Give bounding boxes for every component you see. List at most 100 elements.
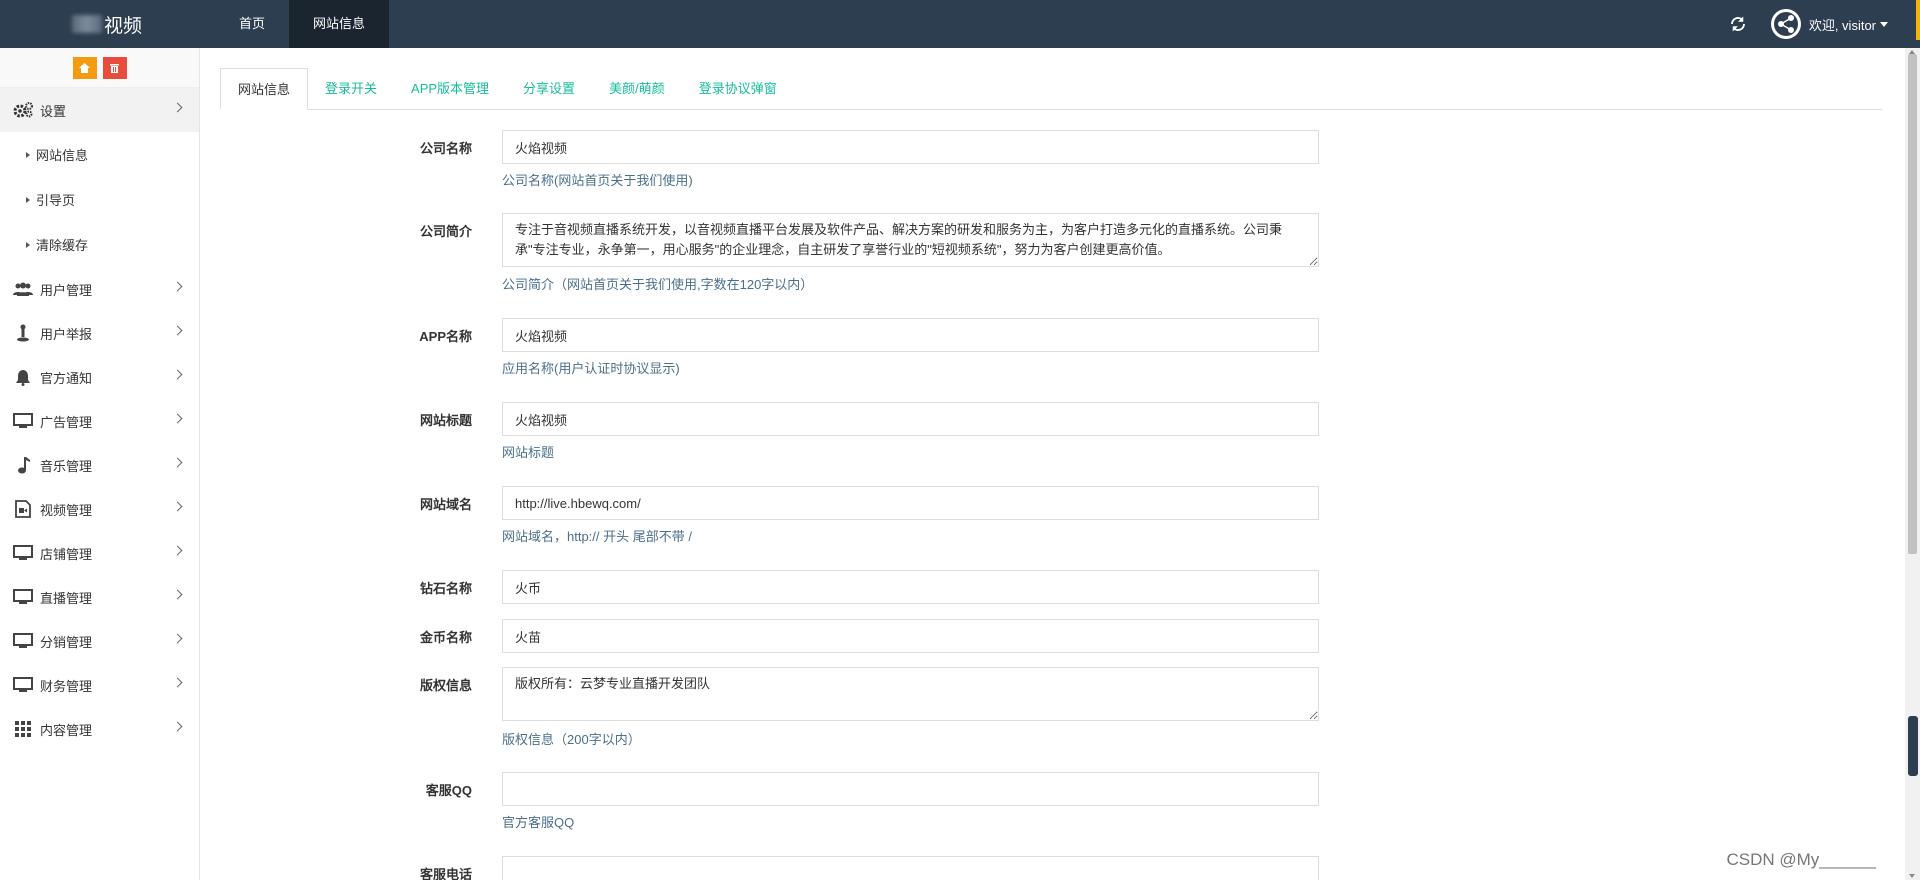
field-help: 网站域名，http:// 开头 尾部不带 / — [502, 529, 692, 544]
chevron-right-icon — [172, 721, 183, 732]
field-label: 金币名称 — [419, 630, 472, 645]
field-help: 网站标题 — [502, 445, 555, 460]
field-label: APP名称 — [419, 329, 472, 344]
service-qq-input[interactable] — [502, 772, 1319, 806]
sidebar-subitem-label: 网站信息 — [36, 148, 89, 163]
tab-site-info[interactable]: 网站信息 — [220, 68, 309, 110]
tab-share-settings[interactable]: 分享设置 — [506, 68, 592, 109]
coin-name-input[interactable] — [502, 619, 1319, 653]
brand-logo[interactable]: 视频 — [0, 0, 200, 48]
field-help: 公司简介（网站首页关于我们使用,字数在120字以内） — [502, 277, 814, 292]
field-label: 客服电话 — [419, 867, 472, 880]
sidebar-item-label: 广告管理 — [40, 414, 93, 430]
sidebar-item-finance[interactable]: 财务管理 — [0, 663, 199, 707]
top-bar: 视频 首页 网站信息 欢迎, visitor — [0, 0, 1920, 48]
chevron-right-icon — [172, 369, 183, 380]
user-menu[interactable]: 欢迎, visitor — [1809, 15, 1888, 34]
main-content: 网站信息 登录开关 APP版本管理 分享设置 美颜/萌颜 登录协议弹窗 公司名称… — [220, 68, 1882, 880]
user-greeting: 欢迎, visitor — [1808, 17, 1876, 33]
sidebar-item-live[interactable]: 直播管理 — [0, 575, 199, 619]
site-domain-input[interactable] — [502, 486, 1319, 520]
watermark: CSDN @My______ — [1726, 850, 1876, 869]
chevron-right-icon — [172, 545, 183, 556]
sidebar-item-music[interactable]: 音乐管理 — [0, 443, 199, 487]
trash-shortcut-button[interactable] — [102, 56, 127, 79]
chevron-right-icon — [172, 457, 183, 468]
sidebar-subitem-label: 引导页 — [36, 193, 76, 208]
sidebar-item-label: 音乐管理 — [40, 458, 93, 474]
brand-name: 视频 — [104, 15, 143, 37]
users-icon — [12, 279, 34, 299]
avatar[interactable] — [1770, 9, 1801, 39]
refresh-icon[interactable] — [1729, 15, 1747, 33]
monitor-icon — [12, 675, 34, 695]
sidebar-subitem-site-info[interactable]: 网站信息 — [0, 132, 199, 177]
copyright-textarea[interactable]: 版权所有：云梦专业直播开发团队 — [502, 667, 1319, 721]
chevron-right-icon — [172, 281, 183, 292]
field-label: 版权信息 — [419, 678, 472, 693]
field-help: 版权信息（200字以内） — [502, 732, 641, 747]
nav-site-info[interactable]: 网站信息 — [289, 0, 390, 48]
scrollbar-thumb[interactable] — [1908, 54, 1917, 554]
video-file-icon — [12, 499, 34, 519]
company-name-input[interactable] — [502, 130, 1319, 164]
caret-right-icon — [26, 196, 30, 203]
sidebar-item-notices[interactable]: 官方通知 — [0, 355, 199, 399]
sidebar-subitem-clear-cache[interactable]: 清除缓存 — [0, 222, 199, 267]
home-icon — [79, 62, 90, 73]
app-name-input[interactable] — [502, 318, 1319, 352]
nav-home[interactable]: 首页 — [215, 0, 289, 48]
field-label: 客服QQ — [425, 783, 472, 798]
grid-icon — [12, 719, 34, 739]
caret-right-icon — [26, 241, 30, 248]
site-title-input[interactable] — [502, 402, 1319, 436]
diamond-name-input[interactable] — [502, 570, 1319, 604]
sidebar-shortcuts — [0, 48, 199, 88]
bell-icon — [12, 367, 34, 387]
field-help: 应用名称(用户认证时协议显示) — [502, 361, 680, 376]
sidebar-item-label: 直播管理 — [40, 590, 93, 606]
chevron-right-icon — [172, 102, 183, 113]
sidebar-item-distribution[interactable]: 分销管理 — [0, 619, 199, 663]
music-icon — [12, 455, 34, 475]
field-label: 公司简介 — [419, 224, 472, 239]
top-right-tools: 欢迎, visitor — [1729, 0, 1920, 48]
caret-down-icon — [1880, 21, 1888, 27]
sidebar-item-label: 设置 — [40, 103, 67, 119]
field-label: 网站标题 — [419, 413, 472, 428]
report-icon — [12, 323, 34, 343]
service-phone-input[interactable] — [502, 856, 1319, 880]
sidebar-item-videos[interactable]: 视频管理 — [0, 487, 199, 531]
company-intro-textarea[interactable]: 专注于音视频直播系统开发，以音视频直播平台发展及软件产品、解决方案的研发和服务为… — [502, 213, 1319, 267]
scroll-down-arrow-icon[interactable] — [1909, 874, 1915, 878]
sidebar: 设置 网站信息 引导页 清除缓存 用户管理 用户举报 官方通知 广告管理 音乐管… — [0, 48, 200, 880]
tab-beauty[interactable]: 美颜/萌颜 — [592, 68, 682, 109]
sidebar-item-ads[interactable]: 广告管理 — [0, 399, 199, 443]
field-help: 公司名称(网站首页关于我们使用) — [502, 173, 693, 188]
tab-login-switch[interactable]: 登录开关 — [308, 68, 394, 109]
sidebar-item-settings[interactable]: 设置 — [0, 88, 199, 132]
gears-icon — [12, 100, 34, 120]
chevron-right-icon — [172, 677, 183, 688]
field-label: 公司名称 — [419, 141, 472, 156]
edge-badge — [1916, 0, 1920, 40]
sidebar-item-label: 官方通知 — [40, 370, 93, 386]
tab-login-agreement[interactable]: 登录协议弹窗 — [682, 68, 794, 109]
field-label: 网站域名 — [419, 497, 472, 512]
sidebar-item-label: 用户举报 — [40, 326, 93, 342]
home-shortcut-button[interactable] — [72, 56, 97, 79]
caret-right-icon — [26, 151, 30, 158]
sidebar-item-shops[interactable]: 店铺管理 — [0, 531, 199, 575]
chevron-right-icon — [172, 633, 183, 644]
sidebar-item-content[interactable]: 内容管理 — [0, 707, 199, 751]
brand-blurred-text — [72, 15, 102, 33]
sidebar-item-reports[interactable]: 用户举报 — [0, 311, 199, 355]
sidebar-subitem-guide-page[interactable]: 引导页 — [0, 177, 199, 222]
chevron-right-icon — [172, 589, 183, 600]
tab-app-version[interactable]: APP版本管理 — [394, 68, 506, 109]
floating-side-widget[interactable] — [1908, 716, 1918, 776]
sidebar-item-users[interactable]: 用户管理 — [0, 267, 199, 311]
sidebar-item-label: 用户管理 — [40, 282, 93, 298]
trash-icon — [110, 63, 119, 73]
field-help: 官方客服QQ — [502, 815, 575, 830]
